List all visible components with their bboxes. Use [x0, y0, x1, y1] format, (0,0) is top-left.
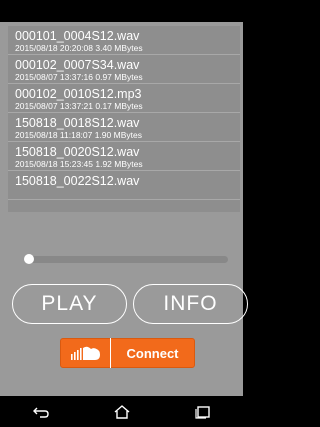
- list-item[interactable]: 000102_0007S34.wav 2015/08/07 13:37:16 0…: [8, 55, 240, 84]
- status-bar: [0, 0, 243, 22]
- list-item[interactable]: 150818_0020S12.wav 2015/08/18 15:23:45 1…: [8, 142, 240, 171]
- seek-track: [26, 256, 228, 263]
- seek-bar[interactable]: [24, 254, 228, 264]
- file-meta: 2015/08/18 20:20:08 3.40 MBytes: [15, 43, 143, 53]
- list-item[interactable]: 150818_0018S12.wav 2015/08/18 11:18:07 1…: [8, 113, 240, 142]
- file-name: 150818_0022S12.wav: [15, 174, 140, 188]
- home-icon[interactable]: [102, 396, 142, 427]
- app-screen: 000101_0004S12.wav 2015/08/18 20:20:08 3…: [0, 22, 248, 396]
- navigation-bar: [0, 396, 243, 427]
- soundcloud-icon: [61, 338, 111, 368]
- info-button[interactable]: INFO: [133, 284, 248, 324]
- file-name: 150818_0020S12.wav: [15, 145, 140, 159]
- file-name: 000102_0007S34.wav: [15, 58, 140, 72]
- connect-button[interactable]: Connect: [60, 338, 195, 368]
- file-name: 000101_0004S12.wav: [15, 29, 140, 43]
- play-button[interactable]: PLAY: [12, 284, 127, 324]
- seek-thumb[interactable]: [24, 254, 34, 264]
- file-meta: 2015/08/07 13:37:21 0.17 MBytes: [15, 101, 143, 111]
- file-meta: 2015/08/18 11:18:07 1.90 MBytes: [15, 130, 142, 140]
- back-icon[interactable]: [21, 396, 61, 427]
- file-name: 150818_0018S12.wav: [15, 116, 140, 130]
- list-item[interactable]: 000101_0004S12.wav 2015/08/18 20:20:08 3…: [8, 26, 240, 55]
- file-list[interactable]: 000101_0004S12.wav 2015/08/18 20:20:08 3…: [8, 26, 240, 212]
- recent-apps-icon[interactable]: [183, 396, 223, 427]
- file-meta: 2015/08/18 15:23:45 1.92 MBytes: [15, 159, 143, 169]
- list-item[interactable]: 150818_0022S12.wav: [8, 171, 240, 200]
- connect-label: Connect: [126, 345, 179, 361]
- file-meta: 2015/08/07 13:37:16 0.97 MBytes: [15, 72, 143, 82]
- file-name: 000102_0010S12.mp3: [15, 87, 142, 101]
- list-item[interactable]: 000102_0010S12.mp3 2015/08/07 13:37:21 0…: [8, 84, 240, 113]
